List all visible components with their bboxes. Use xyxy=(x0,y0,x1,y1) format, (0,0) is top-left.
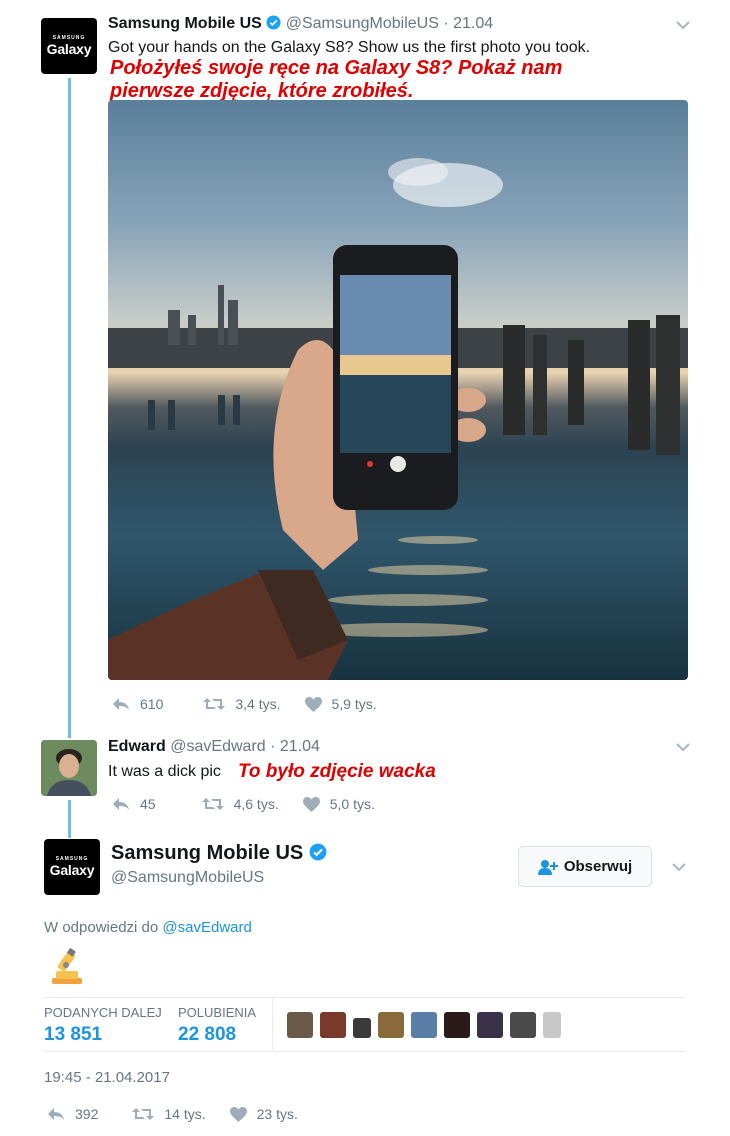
photo-illustration xyxy=(108,158,688,680)
tweet-photo[interactable] xyxy=(108,100,688,680)
like-button[interactable]: 5,0 tys. xyxy=(302,796,375,812)
author-handle[interactable]: @SamsungMobileUS xyxy=(111,869,264,887)
tweet-3-actions: 392 14 tys. 23 tys. xyxy=(47,1106,322,1122)
reply-to-link[interactable]: @savEdward xyxy=(162,919,251,936)
liker-avatar[interactable] xyxy=(353,1018,371,1038)
microscope-emoji-icon xyxy=(50,947,84,990)
reply-button[interactable]: 45 xyxy=(112,796,156,812)
retweet-icon xyxy=(201,798,224,810)
tweet-header: Edward @savEdward · 21.04 xyxy=(108,738,320,756)
reply-context: W odpowiedzi do @savEdward xyxy=(44,919,252,936)
tweet-2-actions: 45 4,6 tys. 5,0 tys. xyxy=(112,796,399,812)
liker-avatar[interactable] xyxy=(510,1012,536,1038)
reply-icon xyxy=(113,698,129,710)
add-user-icon xyxy=(537,859,558,875)
reply-icon xyxy=(48,1108,64,1120)
retweet-button[interactable]: 3,4 tys. xyxy=(203,696,281,712)
liker-avatar[interactable] xyxy=(543,1012,561,1038)
author-name[interactable]: Samsung Mobile US xyxy=(111,842,303,864)
liker-avatar[interactable] xyxy=(287,1012,313,1038)
liker-avatar[interactable] xyxy=(477,1012,503,1038)
liker-avatar[interactable] xyxy=(444,1012,470,1038)
retweet-button[interactable]: 4,6 tys. xyxy=(201,796,279,812)
translation: To było zdjęcie wacka xyxy=(238,761,436,782)
tweet-header: Samsung Mobile US @SamsungMobileUS · 21.… xyxy=(108,15,493,35)
divider xyxy=(272,998,273,1050)
author-handle-date[interactable]: @SamsungMobileUS · 21.04 xyxy=(286,15,493,32)
heart-icon xyxy=(229,1106,247,1122)
liker-avatar[interactable] xyxy=(320,1012,346,1038)
reply-button[interactable]: 392 xyxy=(47,1106,98,1122)
follow-button[interactable]: Obserwuj xyxy=(518,846,652,887)
tweet-header: Samsung Mobile US xyxy=(111,842,327,867)
reply-button[interactable]: 610 xyxy=(112,696,163,712)
retweet-icon xyxy=(132,1108,155,1120)
thread-line xyxy=(68,800,71,838)
thread-line xyxy=(68,78,71,738)
tweet-text: It was a dick pic xyxy=(108,763,221,780)
samsung-galaxy-avatar[interactable]: SAMSUNG Galaxy xyxy=(44,839,100,895)
author-handle-date[interactable]: @savEdward · 21.04 xyxy=(170,738,320,755)
heart-icon xyxy=(304,696,322,712)
person-icon xyxy=(41,740,97,796)
like-button[interactable]: 23 tys. xyxy=(229,1106,298,1122)
retweet-icon xyxy=(203,698,226,710)
reply-icon xyxy=(113,798,129,810)
chevron-down-icon[interactable] xyxy=(676,20,690,30)
likers-avatars xyxy=(287,1012,568,1038)
edward-avatar[interactable] xyxy=(41,740,97,796)
liker-avatar[interactable] xyxy=(411,1012,437,1038)
verified-icon xyxy=(309,843,327,867)
tweet-text: Got your hands on the Galaxy S8? Show us… xyxy=(108,39,591,56)
tweet-1-actions: 610 3,4 tys. 5,9 tys. xyxy=(112,696,401,712)
stats-likes[interactable]: POLUBIENIA 22 808 xyxy=(178,1005,256,1046)
author-name[interactable]: Edward xyxy=(108,738,166,755)
divider xyxy=(44,1051,685,1052)
chevron-down-icon[interactable] xyxy=(672,862,686,872)
liker-avatar[interactable] xyxy=(378,1012,404,1038)
divider xyxy=(44,997,685,998)
like-button[interactable]: 5,9 tys. xyxy=(304,696,377,712)
stats-retweets[interactable]: PODANYCH DALEJ 13 851 xyxy=(44,1005,162,1046)
translation-line-1: Położyłeś swoje ręce na Galaxy S8? Pokaż… xyxy=(110,57,563,79)
retweet-button[interactable]: 14 tys. xyxy=(132,1106,206,1122)
heart-icon xyxy=(302,796,320,812)
tweet-timestamp[interactable]: 19:45 - 21.04.2017 xyxy=(44,1069,170,1086)
samsung-galaxy-avatar[interactable]: SAMSUNG Galaxy xyxy=(41,18,97,74)
verified-icon xyxy=(266,15,281,35)
chevron-down-icon[interactable] xyxy=(676,742,690,752)
author-name[interactable]: Samsung Mobile US xyxy=(108,15,262,32)
